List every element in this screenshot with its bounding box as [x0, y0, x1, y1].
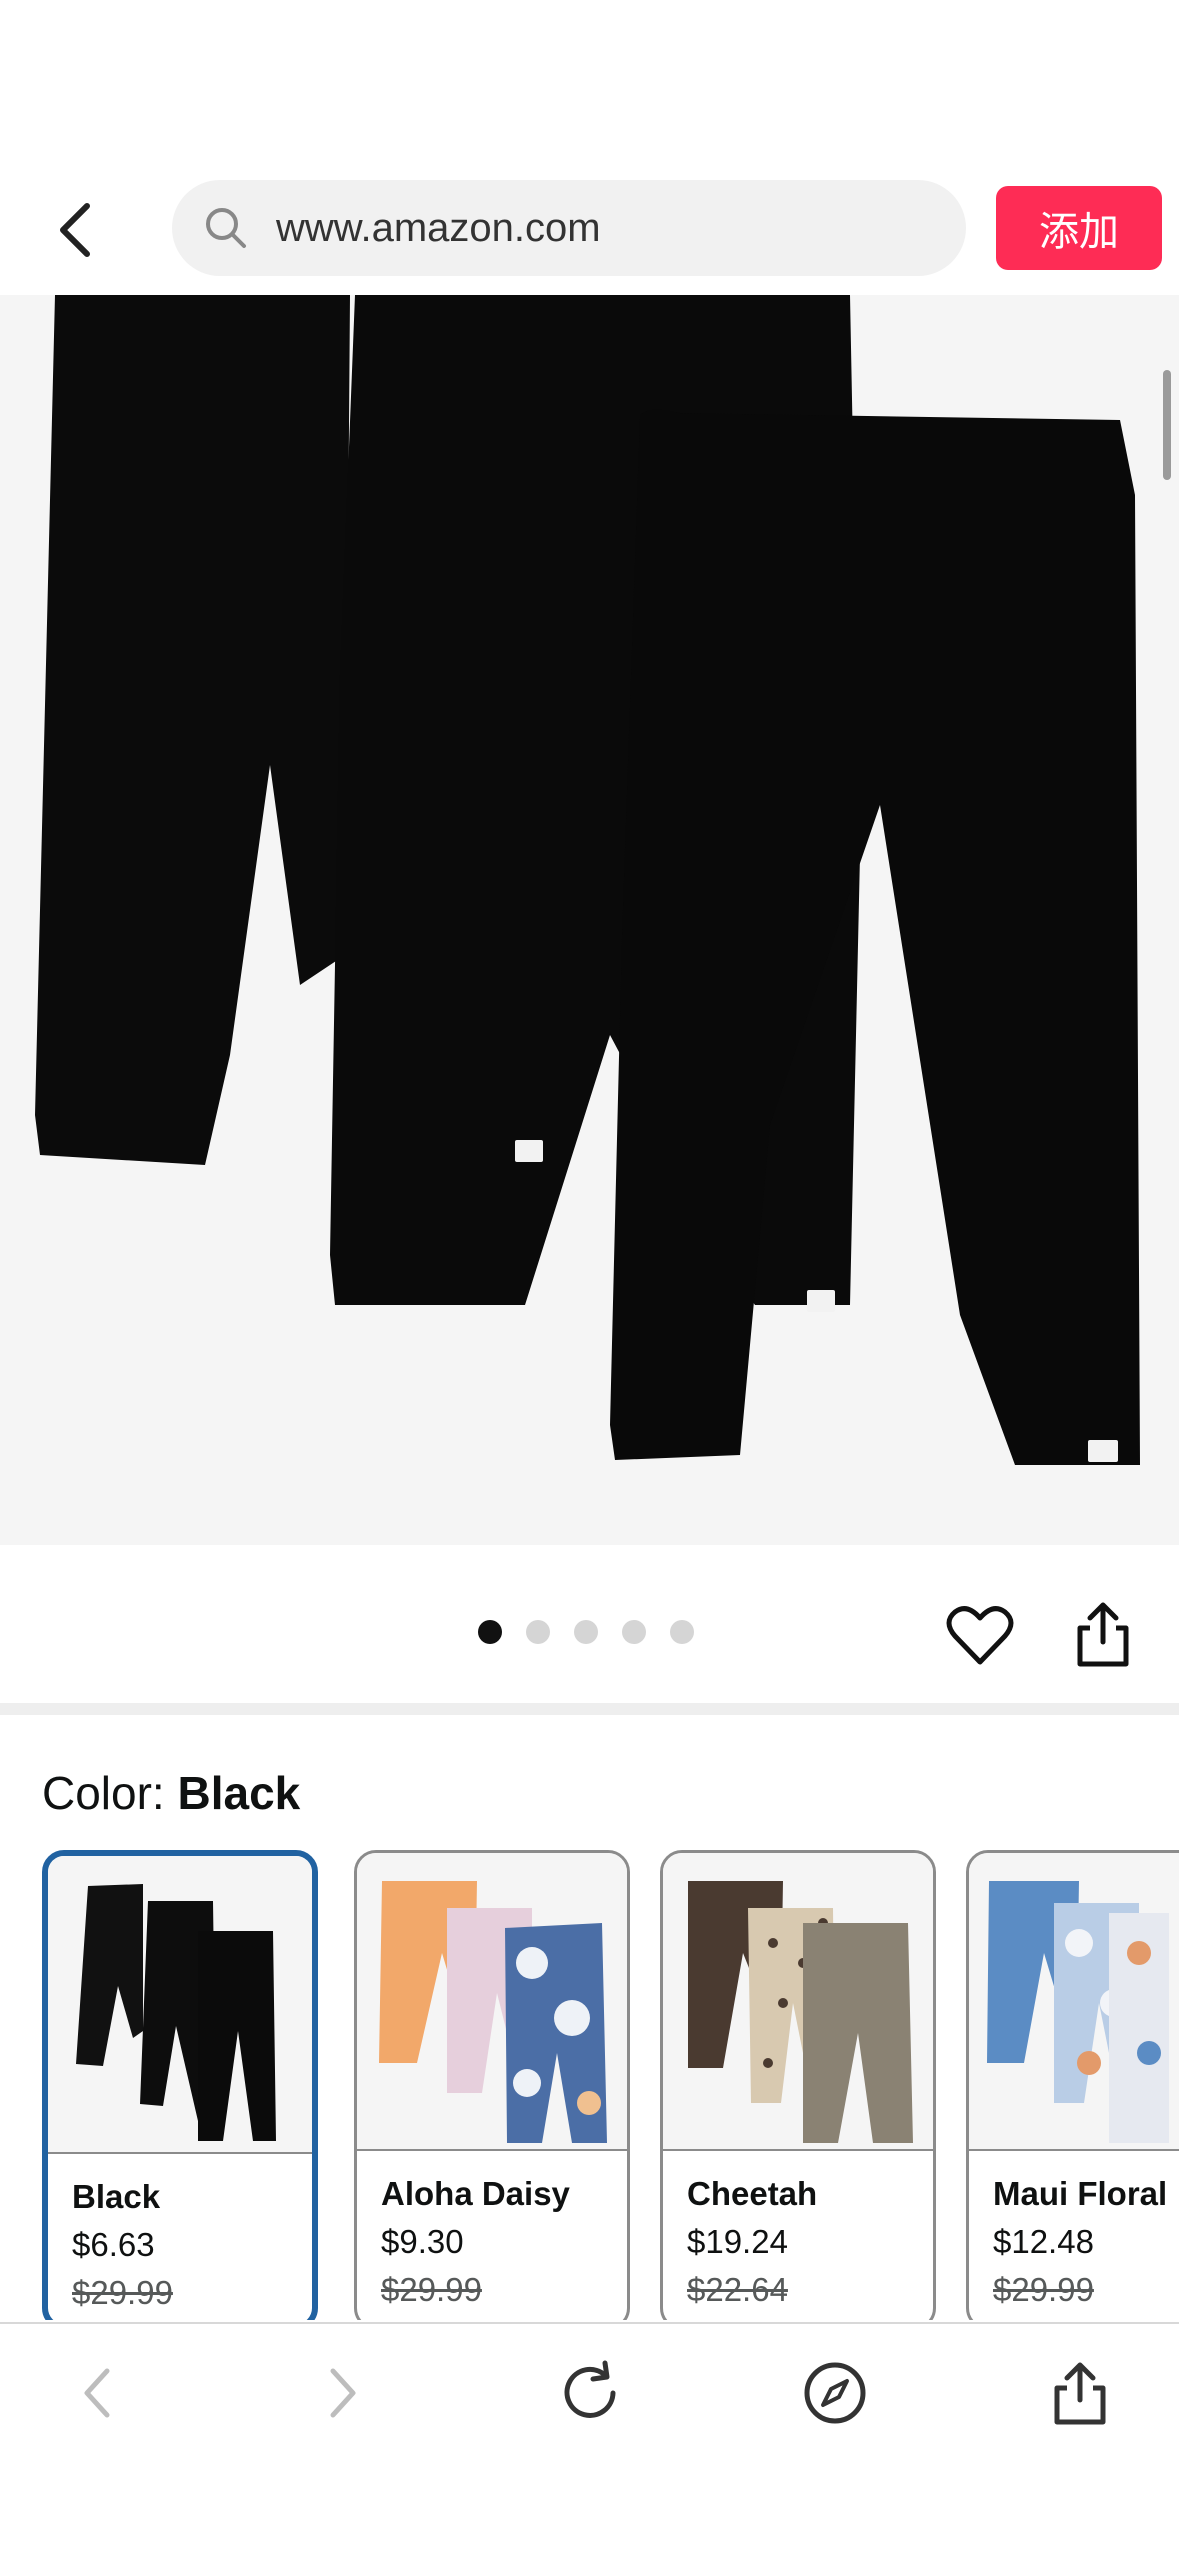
search-icon [206, 208, 246, 248]
swatch-list-price: $29.99 [993, 2271, 1094, 2308]
share-icon [1054, 2362, 1106, 2425]
swatch-name: Black [72, 2178, 161, 2215]
swatch-aloha-daisy[interactable]: Aloha Daisy $9.30 $29.99 [354, 1850, 630, 2320]
swatch-cheetah[interactable]: Cheetah $19.24 $22.64 [660, 1850, 936, 2320]
swatch-thumbnail [357, 1853, 627, 2151]
top-bar: www.amazon.com 添加 [0, 0, 1179, 295]
leggings-image [35, 295, 1140, 1465]
url-text: www.amazon.com [276, 206, 601, 250]
browser-button[interactable] [790, 2348, 880, 2438]
back-icon [84, 2368, 110, 2418]
image-pager[interactable] [478, 1620, 694, 1644]
share-icon [1077, 1602, 1129, 1667]
swatch-name: Cheetah [687, 2175, 818, 2212]
back-button[interactable] [40, 190, 110, 270]
url-bar[interactable]: www.amazon.com [172, 180, 966, 276]
swatch-price: $12.48 [993, 2223, 1094, 2260]
swatch-price: $9.30 [381, 2223, 464, 2260]
color-label: Color: Black [42, 1766, 300, 1820]
swatch-list-price: $29.99 [381, 2271, 482, 2308]
color-swatches: Black $6.63 $29.99 Aloha Daisy $9.30 $29… [42, 1850, 1179, 2320]
pager-dot[interactable] [526, 1620, 550, 1644]
add-button[interactable]: 添加 [996, 186, 1162, 270]
swatch-name: Aloha Daisy [381, 2175, 570, 2212]
reload-icon [564, 2360, 616, 2418]
heart-icon [946, 1606, 1014, 1665]
share-page-button[interactable] [1035, 2348, 1125, 2438]
reload-button[interactable] [545, 2348, 635, 2438]
swatch-list-price: $29.99 [72, 2274, 173, 2311]
swatch-thumbnail [48, 1856, 312, 2154]
back-nav-button[interactable] [52, 2348, 142, 2438]
section-divider [0, 1703, 1179, 1715]
swatch-maui-floral[interactable]: Maui Floral $12.48 $29.99 [966, 1850, 1179, 2320]
swatch-thumbnail [663, 1853, 933, 2151]
share-button[interactable] [1068, 1598, 1138, 1670]
selected-color: Black [177, 1767, 301, 1819]
scroll-indicator[interactable] [1163, 370, 1171, 480]
swatch-price: $19.24 [687, 2223, 788, 2260]
forward-nav-button[interactable] [298, 2348, 388, 2438]
swatch-thumbnail [969, 1853, 1179, 2151]
chevron-left-icon [60, 203, 90, 257]
pager-dot[interactable] [574, 1620, 598, 1644]
wishlist-button[interactable] [945, 1600, 1015, 1670]
compass-icon [804, 2362, 866, 2424]
swatch-black[interactable]: Black $6.63 $29.99 [42, 1850, 318, 2320]
swatch-price: $6.63 [72, 2226, 155, 2263]
forward-icon [330, 2368, 356, 2418]
pager-dot[interactable] [622, 1620, 646, 1644]
pager-dot[interactable] [478, 1620, 502, 1644]
swatch-name: Maui Floral [993, 2175, 1168, 2212]
color-label-prefix: Color: [42, 1767, 165, 1819]
product-image[interactable] [0, 295, 1179, 1545]
pager-dot[interactable] [670, 1620, 694, 1644]
swatch-list-price: $22.64 [687, 2271, 788, 2308]
